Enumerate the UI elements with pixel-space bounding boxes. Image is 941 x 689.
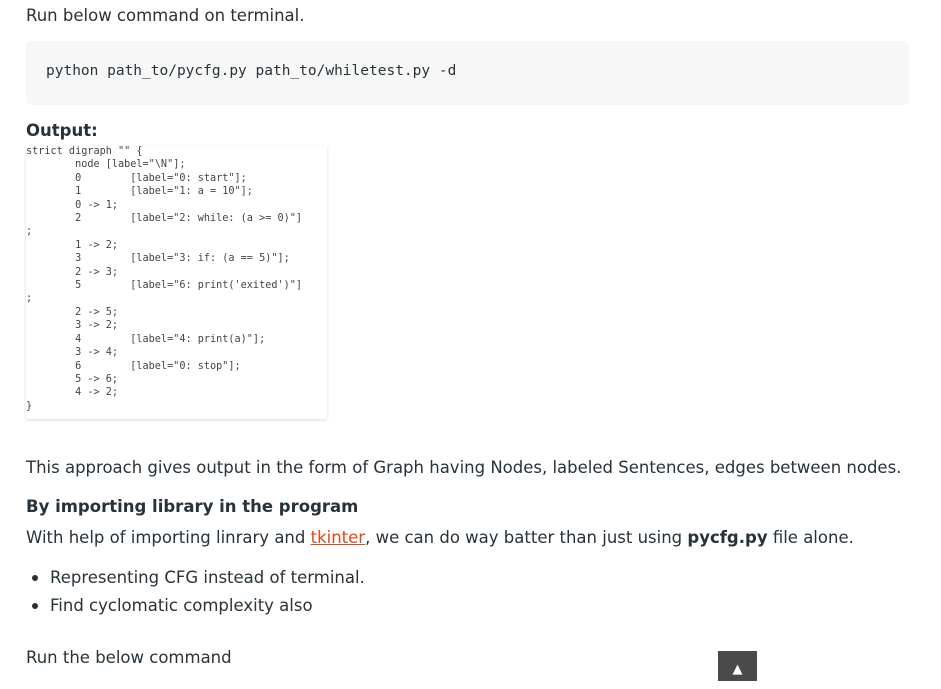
scroll-to-top-button[interactable]: ▲ — [718, 651, 757, 681]
run-below-text: Run the below command — [26, 648, 232, 667]
library-text-mid: , we can do way batter than just using — [365, 528, 688, 547]
output-heading: Output: — [26, 121, 98, 140]
list-item: Find cyclomatic complexity also — [32, 592, 365, 620]
pycfg-bold: pycfg.py — [687, 528, 768, 547]
command-code-block: python path_to/pycfg.py path_to/whiletes… — [26, 41, 909, 105]
feature-list: Representing CFG instead of terminal. Fi… — [26, 564, 365, 620]
library-paragraph: With help of importing linrary and tkint… — [26, 527, 854, 549]
approach-text: This approach gives output in the form o… — [26, 458, 902, 477]
output-image: strict digraph "" { node [label="\N"]; 0… — [26, 146, 327, 419]
library-text-after: file alone. — [767, 528, 854, 547]
output-text: strict digraph "" { node [label="\N"]; 0… — [26, 146, 303, 412]
arrow-up-icon: ▲ — [732, 662, 743, 677]
library-heading: By importing library in the program — [26, 497, 359, 516]
command-text: python path_to/pycfg.py path_to/whiletes… — [46, 63, 457, 79]
intro-text: Run below command on terminal. — [26, 6, 305, 25]
library-text-before: With help of importing linrary and — [26, 528, 311, 547]
list-item: Representing CFG instead of terminal. — [32, 564, 365, 592]
tkinter-link[interactable]: tkinter — [311, 528, 365, 547]
